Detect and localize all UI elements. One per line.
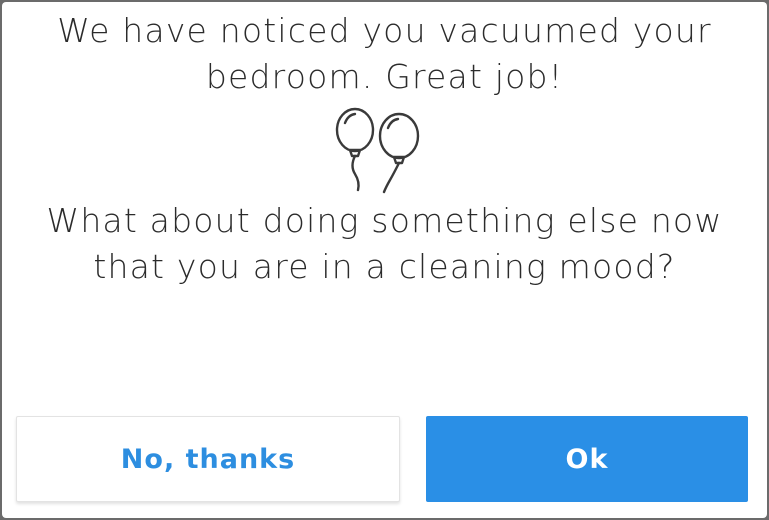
dialog-message-top: We have noticed you vacuumed your bedroo… [57, 11, 712, 96]
dialog-message-bottom: What about doing something else now that… [46, 201, 723, 286]
dialog: We have noticed you vacuumed your bedroo… [2, 2, 767, 518]
balloons-icon [335, 107, 420, 194]
no-thanks-button[interactable]: No, thanks [16, 416, 400, 502]
ok-button[interactable]: Ok [426, 416, 748, 502]
